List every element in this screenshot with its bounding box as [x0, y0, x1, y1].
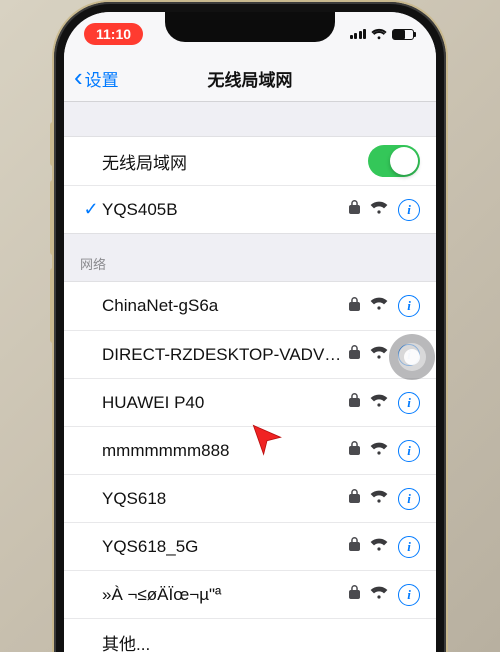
- network-ssid: »À ¬≤øÄÏœ¬µ"ª: [102, 585, 349, 605]
- info-icon[interactable]: i: [398, 488, 420, 510]
- other-network-row[interactable]: 其他...: [64, 618, 436, 652]
- wifi-signal-icon: [370, 297, 388, 315]
- lock-icon: [349, 489, 360, 508]
- wifi-toggle-label: 无线局域网: [102, 149, 368, 174]
- lock-icon: [349, 537, 360, 556]
- wifi-master-group: 无线局域网 ✓ YQS405B i: [64, 136, 436, 234]
- lock-icon: [349, 585, 360, 604]
- network-row[interactable]: DIRECT-RZDESKTOP-VADVG11...i: [64, 330, 436, 378]
- wifi-toggle-switch[interactable]: [368, 145, 420, 177]
- network-ssid: mmmmmmm888: [102, 441, 349, 461]
- page-title: 无线局域网: [208, 66, 293, 91]
- network-row[interactable]: YQS618 i: [64, 474, 436, 522]
- info-icon[interactable]: i: [398, 199, 420, 221]
- wifi-signal-icon: [370, 538, 388, 556]
- lock-icon: [349, 200, 360, 219]
- wifi-toggle-row[interactable]: 无线局域网: [64, 137, 436, 185]
- info-icon[interactable]: i: [398, 536, 420, 558]
- phone-screen: 11:10 ‹ 设置 无线局域网 无线局域网: [64, 12, 436, 652]
- assistive-touch[interactable]: [389, 334, 435, 380]
- info-icon[interactable]: i: [398, 584, 420, 606]
- wifi-signal-icon: [370, 201, 388, 219]
- connected-network-row[interactable]: ✓ YQS405B i: [64, 185, 436, 233]
- wifi-signal-icon: [370, 346, 388, 364]
- other-network-label: 其他...: [102, 630, 420, 652]
- network-ssid: YQS618: [102, 489, 349, 509]
- available-networks-list: ChinaNet-gS6a i DIRECT-RZDESKTOP-VADVG11..…: [64, 281, 436, 652]
- battery-icon: [392, 29, 414, 40]
- phone-frame: 11:10 ‹ 设置 无线局域网 无线局域网: [54, 2, 446, 652]
- info-icon[interactable]: i: [398, 295, 420, 317]
- network-row[interactable]: mmmmmmm888 i: [64, 426, 436, 474]
- cellular-signal-icon: [350, 29, 367, 39]
- lock-icon: [349, 297, 360, 316]
- wifi-signal-icon: [370, 442, 388, 460]
- network-row[interactable]: HUAWEI P40 i: [64, 378, 436, 426]
- checkmark-icon: ✓: [80, 199, 102, 220]
- network-ssid: DIRECT-RZDESKTOP-VADVG11...: [102, 345, 349, 365]
- back-button[interactable]: ‹ 设置: [74, 66, 119, 92]
- connected-network-ssid: YQS405B: [102, 200, 349, 220]
- navigation-bar: ‹ 设置 无线局域网: [64, 56, 436, 102]
- wifi-signal-icon: [370, 490, 388, 508]
- status-time-recording[interactable]: 11:10: [84, 23, 143, 45]
- network-ssid: ChinaNet-gS6a: [102, 296, 349, 316]
- networks-section-header: 网络: [64, 234, 436, 281]
- wifi-status-icon: [371, 28, 387, 40]
- network-ssid: YQS618_5G: [102, 537, 349, 557]
- chevron-left-icon: ‹: [74, 64, 83, 90]
- network-row[interactable]: YQS618_5G i: [64, 522, 436, 570]
- network-row[interactable]: ChinaNet-gS6a i: [64, 282, 436, 330]
- network-row[interactable]: »À ¬≤øÄÏœ¬µ"ª i: [64, 570, 436, 618]
- back-label: 设置: [85, 66, 119, 91]
- network-ssid: HUAWEI P40: [102, 393, 349, 413]
- info-icon[interactable]: i: [398, 392, 420, 414]
- wifi-signal-icon: [370, 586, 388, 604]
- wifi-signal-icon: [370, 394, 388, 412]
- lock-icon: [349, 441, 360, 460]
- info-icon[interactable]: i: [398, 440, 420, 462]
- notch: [165, 12, 335, 42]
- lock-icon: [349, 393, 360, 412]
- lock-icon: [349, 345, 360, 364]
